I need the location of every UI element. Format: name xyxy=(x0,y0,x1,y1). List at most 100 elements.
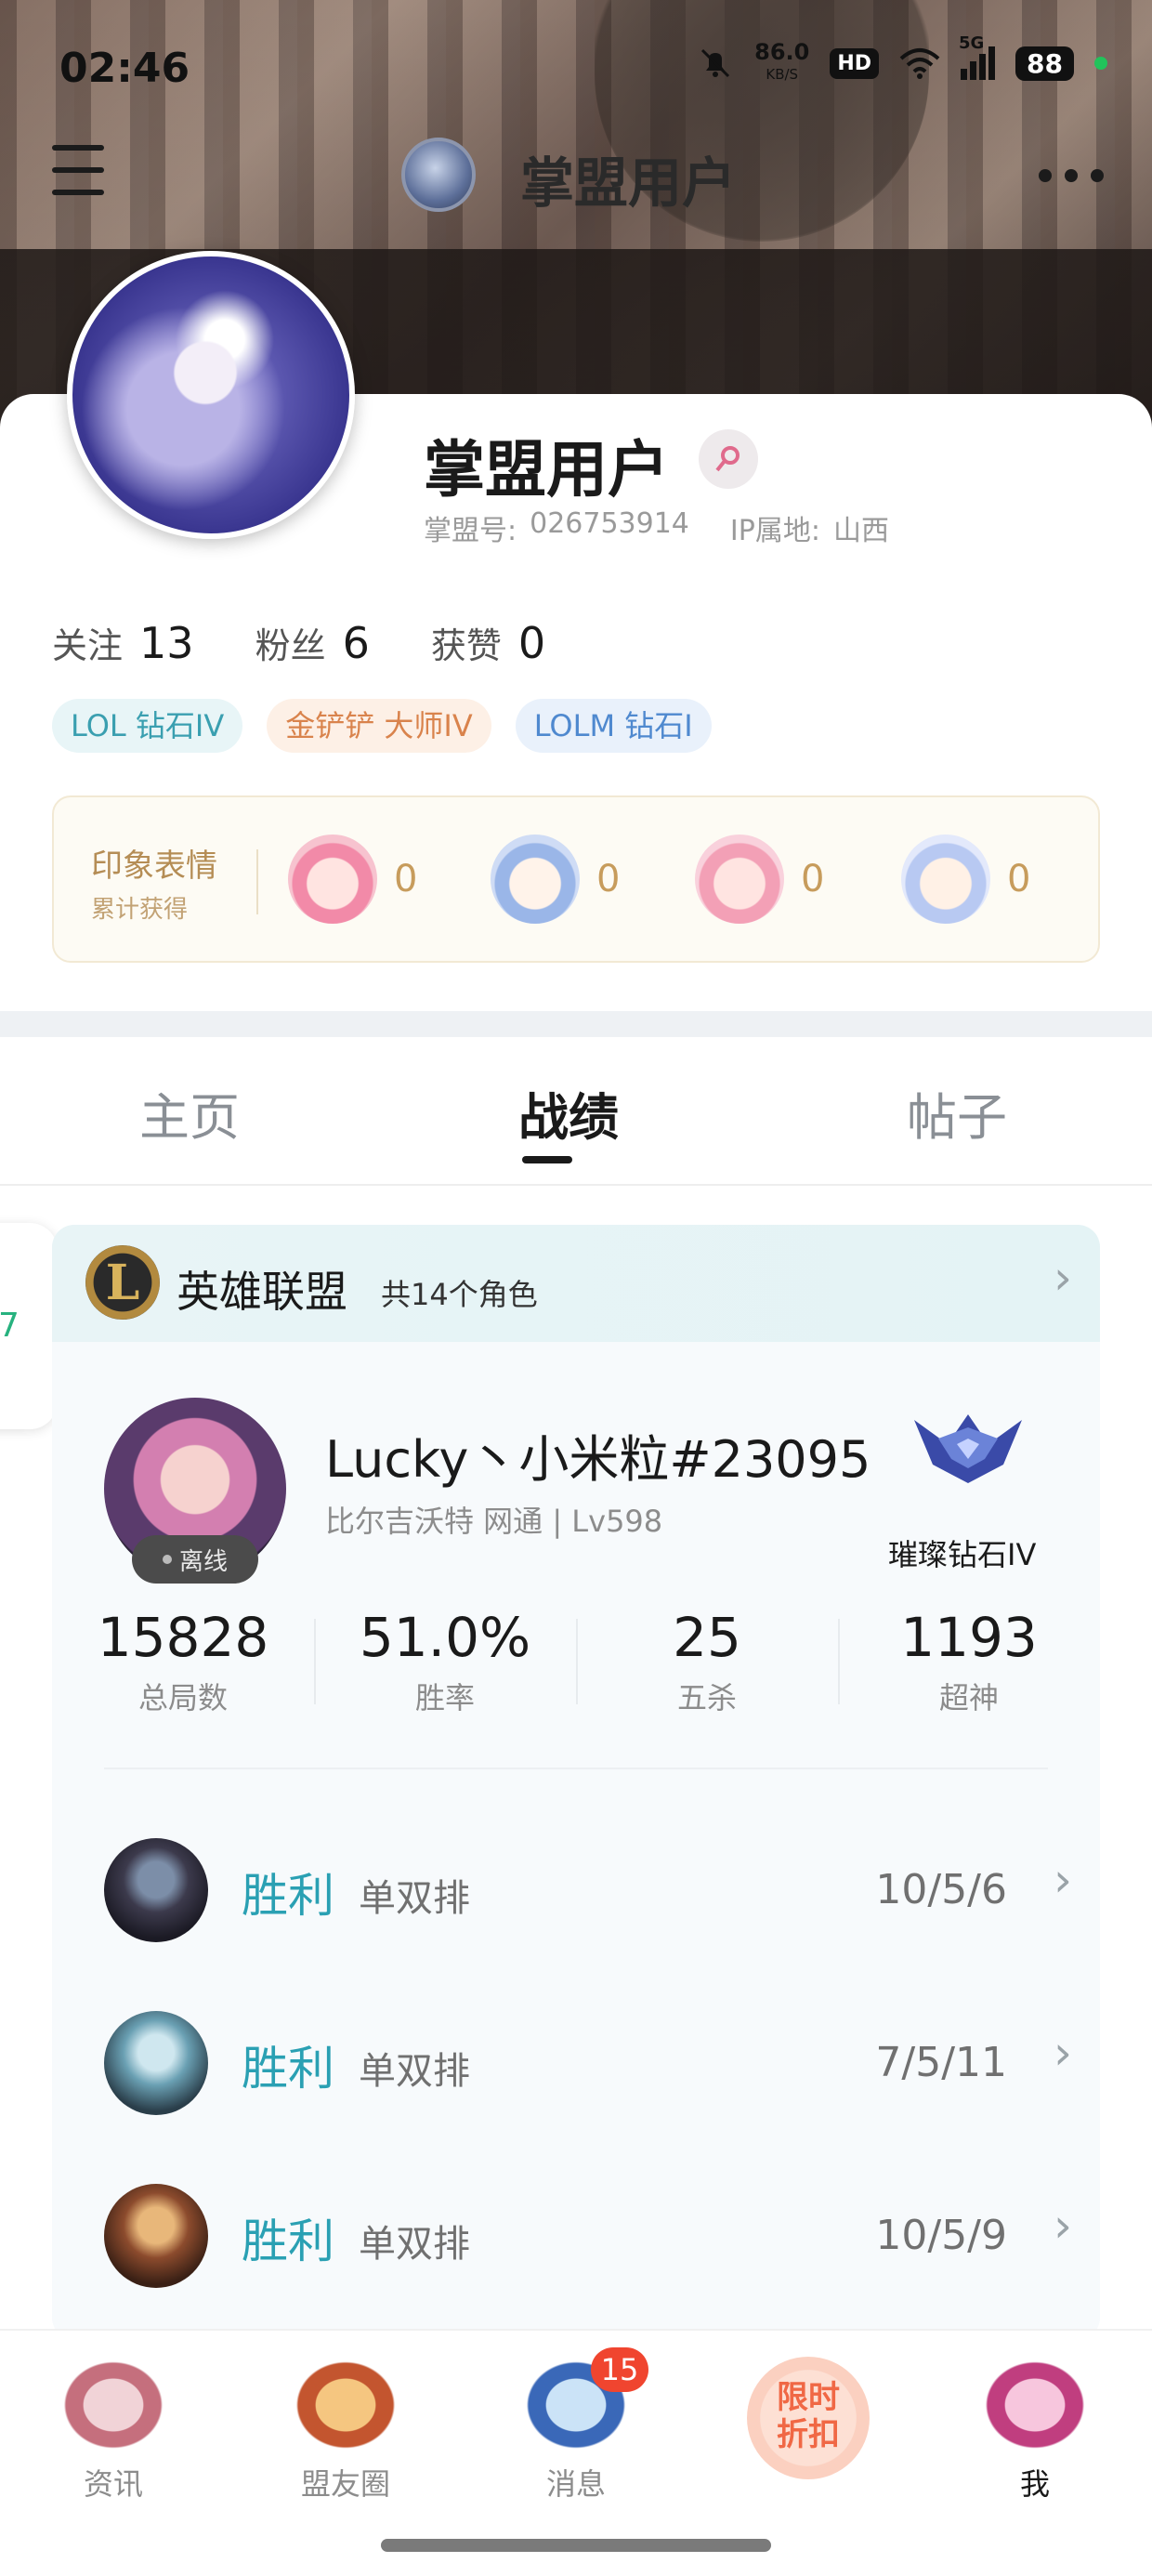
more-icon[interactable] xyxy=(1039,169,1104,182)
profile-tabs: 主页 战绩 帖子 xyxy=(0,1037,1152,1186)
emote-item: 0 xyxy=(695,835,824,924)
summoner-name: Lucky丶小米粒#23095 xyxy=(325,1430,871,1489)
kpi-label: 总局数 xyxy=(137,1680,228,1715)
cell-signal-icon: 5G xyxy=(959,33,996,80)
game-record-card: L 英雄联盟 共14个角色 › 离线 Lucky丶小米粒#23095 比尔吉沃特… xyxy=(52,1225,1100,2340)
id-label: 掌盟号: xyxy=(424,515,517,547)
champion-avatar xyxy=(104,2011,208,2115)
promo-line-1: 限时 xyxy=(777,2379,840,2416)
nav-title: 掌盟用户 xyxy=(520,151,737,215)
kpi-row: 15828 总局数 51.0% 胜率 25 五杀 1193 超神 xyxy=(52,1606,1100,1755)
champion-avatar xyxy=(104,1838,208,1942)
diamond-rank-icon xyxy=(914,1414,1022,1483)
game-header[interactable]: L 英雄联盟 共14个角色 › xyxy=(52,1225,1100,1342)
match-result: 胜利 xyxy=(242,2042,334,2096)
status-icons: 86.0 KB/S HD 5G 88 xyxy=(697,33,1107,85)
match-result: 胜利 xyxy=(242,2215,334,2268)
emote-count: 0 xyxy=(596,858,621,900)
clock: 02:46 xyxy=(59,45,190,92)
tab-posts[interactable]: 帖子 xyxy=(907,1076,1007,1150)
emote-count: 0 xyxy=(1007,858,1031,900)
wifi-icon xyxy=(899,48,940,79)
kpi-value: 51.0% xyxy=(359,1606,531,1669)
tab-records[interactable]: 战绩 xyxy=(518,1076,619,1150)
privacy-dot xyxy=(1094,57,1107,70)
server-info: 比尔吉沃特 网通 | Lv598 xyxy=(325,1504,663,1539)
id-value: 026753914 xyxy=(530,507,689,540)
match-mode: 单双排 xyxy=(359,2050,470,2093)
edit-profile-icon[interactable] xyxy=(699,429,758,489)
online-status: 离线 xyxy=(132,1535,258,1584)
rank-name: 璀璨钻石IV xyxy=(888,1537,1037,1572)
kpi-pentakills: 25 五杀 xyxy=(576,1606,838,1717)
nav-label: 消息 xyxy=(545,2466,606,2502)
tag-lol[interactable]: LOL 钻石IV xyxy=(52,699,243,753)
promo-line-2: 折扣 xyxy=(777,2416,840,2453)
limited-discount-button[interactable]: 限时 折扣 xyxy=(747,2357,870,2479)
profile-avatar[interactable] xyxy=(67,251,355,539)
emote-item: 0 xyxy=(288,835,417,924)
kpi-total-games: 15828 总局数 xyxy=(52,1606,314,1717)
nav-me[interactable]: 我 xyxy=(942,2344,1128,2504)
chevron-right-icon[interactable]: › xyxy=(1054,1251,1072,1305)
airship-icon xyxy=(44,2344,183,2455)
tag-lolm[interactable]: LOLM 钻石I xyxy=(515,699,712,753)
profile-meta: 掌盟号: 026753914 IP属地: 山西 xyxy=(424,507,930,548)
emote-divider xyxy=(256,849,258,914)
nav-avatar[interactable] xyxy=(401,138,476,212)
match-result: 胜利 xyxy=(242,1869,334,1923)
menu-icon[interactable] xyxy=(52,145,104,201)
side-float-widget[interactable]: 7 xyxy=(0,1223,58,1429)
emote-item: 0 xyxy=(901,835,1030,924)
gg-emote-icon xyxy=(901,835,990,924)
match-row[interactable]: 胜利 单双排 10/5/6 › xyxy=(52,1827,1100,1948)
follow-count[interactable]: 13 xyxy=(139,618,194,668)
match-kda: 10/5/9 xyxy=(875,2212,1007,2259)
likes-count: 0 xyxy=(517,618,546,668)
fans-label[interactable]: 粉丝 xyxy=(255,617,326,668)
tag-tft[interactable]: 金铲铲 大师IV xyxy=(267,699,491,753)
follow-label[interactable]: 关注 xyxy=(52,617,123,668)
kpi-legendary: 1193 超神 xyxy=(838,1606,1100,1717)
nav-news[interactable]: 资讯 xyxy=(20,2344,206,2504)
nav-friends-circle[interactable]: 盟友圈 xyxy=(253,2344,439,2504)
emote-count: 0 xyxy=(394,858,418,900)
heart-emote-icon xyxy=(695,835,784,924)
match-kda: 7/5/11 xyxy=(875,2039,1007,2086)
match-mode: 单双排 xyxy=(359,1877,470,1920)
emote-count: 0 xyxy=(801,858,825,900)
status-dot-icon xyxy=(162,1555,172,1564)
match-row[interactable]: 胜利 单双排 10/5/9 › xyxy=(52,2173,1100,2293)
net-speed-unit: KB/S xyxy=(766,66,799,83)
kpi-label: 胜率 xyxy=(414,1680,475,1715)
home-indicator[interactable] xyxy=(381,2539,771,2552)
kpi-win-rate: 51.0% 胜率 xyxy=(314,1606,576,1717)
kpi-value: 15828 xyxy=(97,1606,269,1669)
status-text: 离线 xyxy=(178,1547,228,1576)
nav-label: 资讯 xyxy=(83,2466,143,2502)
emote-subtitle: 累计获得 xyxy=(91,896,189,924)
match-kda: 10/5/6 xyxy=(875,1866,1007,1913)
emote-title: 印象表情 xyxy=(91,848,217,885)
kpi-value: 1193 xyxy=(900,1606,1038,1669)
tab-home[interactable]: 主页 xyxy=(139,1076,240,1150)
kpi-value: 25 xyxy=(673,1606,741,1669)
side-float-text: 7 xyxy=(0,1307,20,1345)
laughing-emote-icon xyxy=(288,835,377,924)
pencil-icon xyxy=(715,446,740,472)
ip-value: 山西 xyxy=(832,515,889,547)
lol-logo-icon: L xyxy=(85,1245,160,1320)
ip-label: IP属地: xyxy=(729,515,820,547)
emote-panel[interactable]: 印象表情 累计获得 0 0 0 0 xyxy=(52,795,1100,963)
match-mode: 单双排 xyxy=(359,2223,470,2266)
net-speed: 86.0 KB/S xyxy=(754,41,809,85)
match-row[interactable]: 胜利 单双排 7/5/11 › xyxy=(52,2000,1100,2121)
kpi-label: 超神 xyxy=(938,1680,999,1715)
chevron-right-icon: › xyxy=(1054,2199,1072,2253)
fans-count[interactable]: 6 xyxy=(343,618,370,668)
status-bar: 02:46 86.0 KB/S HD 5G 88 xyxy=(0,0,1152,130)
champion-avatar xyxy=(104,2184,208,2288)
kpi-label: 五杀 xyxy=(676,1680,737,1715)
net-speed-value: 86.0 xyxy=(754,39,810,65)
mute-bell-icon xyxy=(701,48,730,78)
